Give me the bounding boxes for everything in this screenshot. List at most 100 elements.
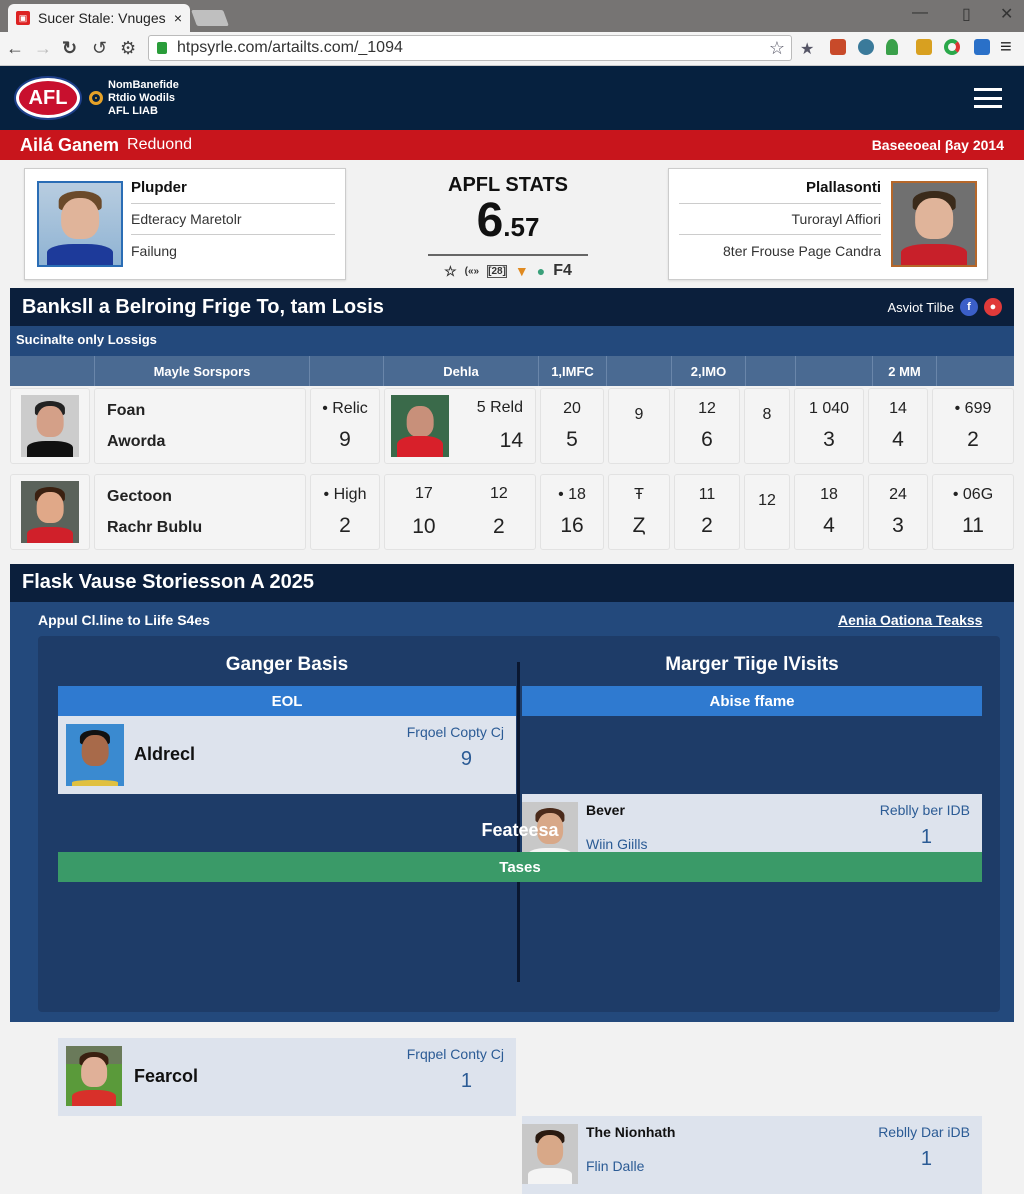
stat-label: Frqoel Copty Cj — [406, 724, 504, 740]
section-title: Flask Vause Storiesson A 2025 — [10, 564, 1014, 602]
avatar — [522, 1124, 578, 1184]
pin-icon[interactable]: ★ — [800, 39, 816, 58]
calendar-icon[interactable]: [28] — [487, 264, 507, 278]
profile-card-right[interactable]: Plallasonti Turorayl Affiori 8ter Frouse… — [668, 168, 988, 280]
new-tab-button[interactable] — [191, 10, 229, 26]
cell-value: 2 — [701, 514, 713, 537]
cell-value: 5 — [566, 428, 578, 451]
avatar — [66, 724, 124, 786]
column-header[interactable] — [937, 356, 1014, 386]
menu-icon[interactable]: ≡ — [1000, 36, 1012, 59]
cell-label: 9 — [634, 406, 644, 423]
chrome-icon[interactable] — [944, 39, 960, 55]
translate-icon[interactable] — [974, 39, 990, 55]
person-icon[interactable] — [886, 39, 898, 55]
category-band[interactable]: EOL — [58, 686, 516, 716]
player-name: Aldrecl — [134, 744, 196, 764]
cell-label: 18 — [820, 486, 838, 503]
location-pin-icon — [89, 91, 103, 105]
browser-tab[interactable]: ▣ Sucer Stale: Vnuges × — [8, 4, 190, 32]
column-header[interactable]: Dehla — [384, 356, 539, 386]
maximize-button[interactable]: ▯ — [962, 4, 971, 24]
refresh-alt-icon[interactable]: ↺ — [92, 38, 107, 59]
forward-icon[interactable]: → — [34, 38, 52, 59]
table-row[interactable]: Foan Aworda • Relic 9 5 Reld 14 20 5 9 12 6 … — [10, 386, 1014, 466]
cell-value: 4 — [823, 514, 835, 537]
star-icon[interactable]: ☆ — [444, 263, 457, 280]
player-card[interactable]: Aldrecl Frqoel Copty Cj 9 — [58, 716, 516, 794]
section-link-left[interactable]: Appul Cl.line to Liife S4es — [38, 612, 210, 628]
stat-value: 9 — [460, 748, 472, 770]
column-header[interactable] — [310, 356, 384, 386]
column-header[interactable] — [796, 356, 873, 386]
section-subtitle: Sucinalte only Lossigs — [10, 326, 1014, 356]
google-plus-icon[interactable]: ● — [984, 298, 1002, 316]
player-team: Aworda — [107, 432, 166, 450]
section-title: Banksll a Belroing Frige To, tam Losis — [22, 295, 384, 318]
column-header[interactable] — [607, 356, 672, 386]
profile-name: Plallasonti — [805, 179, 881, 196]
globe-icon[interactable]: ● — [537, 263, 545, 279]
afl-logo[interactable]: AFL — [16, 78, 80, 118]
section-link[interactable]: Asviot Tilbe — [888, 300, 954, 315]
cell-label: Ŧ — [634, 486, 644, 503]
cell-value: 14 — [499, 429, 523, 452]
cell-label: • High — [323, 486, 367, 503]
cell-value: 4 — [892, 428, 904, 451]
column-header[interactable]: Mayle Sorspors — [95, 356, 310, 386]
cell-label: 24 — [889, 486, 907, 503]
cell-label: • 06G — [952, 486, 994, 503]
category-band[interactable]: Tases — [58, 852, 982, 882]
avatar — [66, 1046, 122, 1106]
share-icon[interactable]: («» — [465, 266, 479, 277]
cell-value: 16 — [560, 514, 584, 537]
column-header[interactable]: 2 MM — [873, 356, 937, 386]
cell-value: 11 — [962, 514, 984, 537]
category-band[interactable]: Abise ffame — [522, 686, 982, 716]
hamburger-menu-icon[interactable] — [974, 88, 1002, 108]
close-window-button[interactable]: ✕ — [1000, 4, 1013, 24]
player-card[interactable]: The Nionhath Flin Dalle Reblly Dar iDB 1 — [522, 1116, 982, 1194]
brand-line-3: AFL LIAB — [108, 105, 158, 117]
facebook-icon[interactable]: f — [960, 298, 978, 316]
cell-label: 1 040 — [808, 400, 850, 417]
cell-label: 20 — [563, 400, 581, 417]
tab-close-icon[interactable]: × — [174, 10, 182, 26]
address-bar[interactable]: htpsyrle.com/artailts.com/_1094 ☆ — [148, 35, 792, 61]
player-names: Foan Aworda — [94, 388, 306, 464]
cell-label: 17 — [414, 485, 433, 502]
cell-value: 2 — [339, 514, 351, 537]
profile-name: Plupder — [131, 179, 187, 196]
column-header[interactable]: 2,IMO — [672, 356, 746, 386]
column-header[interactable] — [746, 356, 796, 386]
stats-summary: APFL STATS 6.57 ☆ («» [28] ▼ ● F4 — [428, 172, 588, 282]
player-photo — [37, 181, 123, 267]
page-banner: Ailá Ganem Reduond Baseeoeal βay 2014 — [0, 130, 1024, 160]
brand-line-1: NomBanefide — [108, 79, 179, 91]
profile-detail: Edteracy Maretolr — [131, 211, 242, 227]
settings-icon[interactable]: ⚙ — [120, 38, 136, 59]
table-row[interactable]: Gectoon Rachr Bublu • High 2 17 10 12 2 • 1… — [10, 472, 1014, 552]
url-text: htpsyrle.com/artailts.com/_1094 — [177, 39, 403, 56]
calendar-icon[interactable] — [830, 39, 846, 55]
reload-icon[interactable]: ↻ — [62, 38, 77, 59]
profile-card-left[interactable]: Plupder Edteracy Maretolr Failung — [24, 168, 346, 280]
banner-date: Baseeoeal βay 2014 — [871, 137, 1004, 153]
column-header[interactable]: 1,IMFC — [539, 356, 607, 386]
trophy-icon[interactable] — [916, 39, 932, 55]
player-name: Foan — [107, 401, 146, 419]
column-title-left: Ganger Basis — [225, 654, 349, 675]
shield-icon[interactable]: ▼ — [515, 263, 529, 279]
back-icon[interactable]: ← — [6, 38, 24, 59]
cell-label: 12 — [758, 492, 776, 509]
globe-icon[interactable] — [858, 39, 874, 55]
avatar — [10, 388, 90, 464]
player-card[interactable]: Fearcol Frqpel Conty Cj 1 — [58, 1038, 516, 1116]
stats-title: APFL STATS — [448, 174, 568, 196]
stats-label: F4 — [553, 262, 572, 279]
bookmark-star-icon[interactable]: ☆ — [769, 38, 785, 59]
section-link-right[interactable]: Aenia Oationa Teakss — [838, 612, 982, 628]
stat-value: 1 — [920, 1148, 932, 1170]
column-header[interactable] — [10, 356, 95, 386]
minimize-button[interactable]: — — [912, 4, 928, 22]
